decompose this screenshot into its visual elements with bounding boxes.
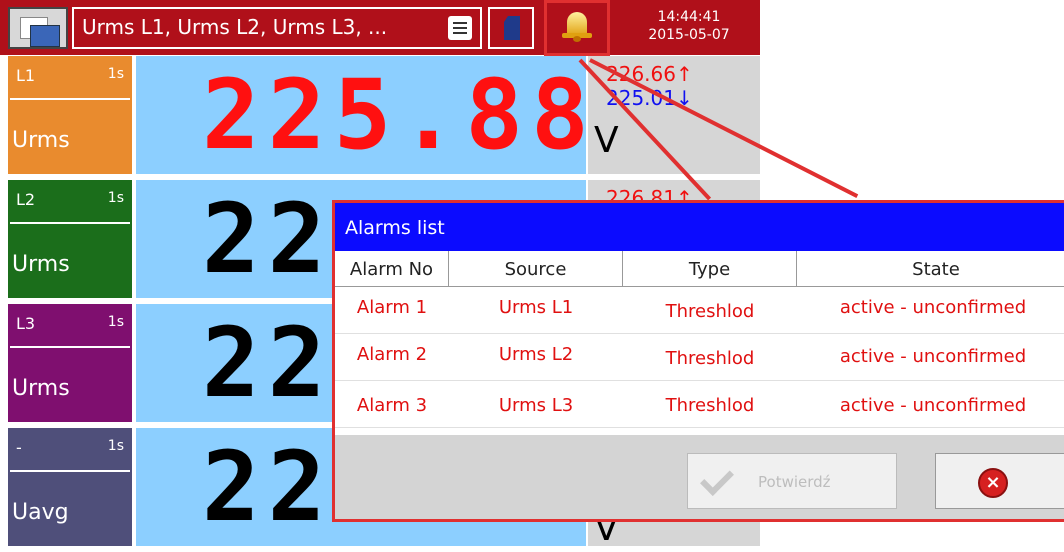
dialog-title-bar: Alarms list (335, 203, 1064, 251)
column-header-alarm-no[interactable]: Alarm No (335, 251, 449, 287)
column-header-label: Type (688, 259, 731, 280)
title-button[interactable]: Urms L1, Urms L2, Urms L3, ... (72, 7, 482, 49)
phase-label: L2 (16, 190, 36, 209)
value-display: 225.88 (136, 56, 589, 174)
type-cell: Threshlod (665, 301, 755, 322)
close-button[interactable]: × (935, 453, 1064, 509)
phase-label: - (16, 438, 22, 457)
divider (10, 470, 130, 472)
quantity-name: Urms (12, 128, 70, 153)
type-cell: Threshlod (665, 348, 755, 369)
bell-icon-clapper (573, 36, 581, 42)
window-switch-button[interactable] (8, 7, 68, 49)
alarm-no-cell: Alarm 3 (356, 395, 428, 416)
source-cell: Urms L3 (498, 395, 574, 416)
rate-label: 1s (107, 314, 124, 330)
alarm-no-cell: Alarm 1 (356, 297, 428, 318)
phase-label: L3 (16, 314, 36, 333)
dialog-title: Alarms list (345, 217, 445, 239)
alarms-table: Alarm No Source Type State Alarm 1 Urms … (335, 251, 1064, 435)
alarm-no-cell: Alarm 2 (356, 344, 428, 365)
clock-time: 14:44:41 (657, 9, 721, 25)
close-icon: × (978, 468, 1008, 498)
quantity-name: Urms (12, 252, 70, 277)
column-header-source[interactable]: Source (449, 251, 623, 287)
check-icon (700, 462, 734, 496)
sd-card-button[interactable] (488, 7, 534, 49)
divider (10, 98, 130, 100)
value-digits: 22 (202, 307, 334, 419)
confirm-label: Potwierdź (758, 473, 831, 491)
rate-label: 1s (107, 190, 124, 206)
table-row[interactable]: Alarm 2 Urms L2 Threshlod active - uncon… (335, 334, 1064, 381)
state-cell: active - unconfirmed (839, 395, 1027, 416)
quantity-name: Uavg (12, 500, 69, 525)
column-header-label: Alarm No (349, 259, 434, 280)
quantity-name: Urms (12, 376, 70, 401)
source-cell: Urms L2 (498, 344, 574, 365)
rate-label: 1s (107, 438, 124, 454)
channel-label-avg[interactable]: - 1s Uavg (8, 428, 132, 546)
phase-label: L1 (16, 66, 36, 85)
measurement-row-l1: L1 1s Urms 225.88 226.66↑ 225.01↓ V (0, 56, 760, 178)
list-icon[interactable] (448, 16, 472, 40)
window-switch-icon-front (30, 25, 60, 47)
column-header-label: State (912, 259, 960, 280)
source-cell: Urms L1 (498, 297, 574, 318)
column-header-label: Source (504, 259, 567, 280)
rate-label: 1s (107, 66, 124, 82)
channel-label-l1[interactable]: L1 1s Urms (8, 56, 132, 174)
clock: 14:44:41 2015-05-07 (620, 8, 758, 44)
alarms-dialog: Alarms list Alarm No Source Type State A… (332, 200, 1064, 522)
unit-label: V (594, 120, 619, 161)
divider (10, 346, 130, 348)
confirm-button[interactable]: Potwierdź (687, 453, 897, 509)
state-cell: active - unconfirmed (839, 297, 1027, 318)
divider (10, 222, 130, 224)
page-title: Urms L1, Urms L2, Urms L3, ... (82, 15, 388, 39)
column-header-state[interactable]: State (797, 251, 1064, 287)
value-digits: 225.88 (202, 59, 597, 171)
column-header-type[interactable]: Type (623, 251, 797, 287)
clock-date: 2015-05-07 (648, 27, 730, 43)
sd-card-icon (504, 16, 520, 40)
channel-label-l3[interactable]: L3 1s Urms (8, 304, 132, 422)
channel-label-l2[interactable]: L2 1s Urms (8, 180, 132, 298)
alarm-button[interactable] (544, 0, 610, 56)
state-cell: active - unconfirmed (839, 346, 1027, 367)
table-row[interactable]: Alarm 3 Urms L3 Threshlod active - uncon… (335, 381, 1064, 428)
table-row[interactable]: Alarm 1 Urms L1 Threshlod active - uncon… (335, 287, 1064, 334)
top-bar: Urms L1, Urms L2, Urms L3, ... 14:44:41 … (0, 0, 760, 55)
type-cell: Threshlod (665, 395, 755, 416)
